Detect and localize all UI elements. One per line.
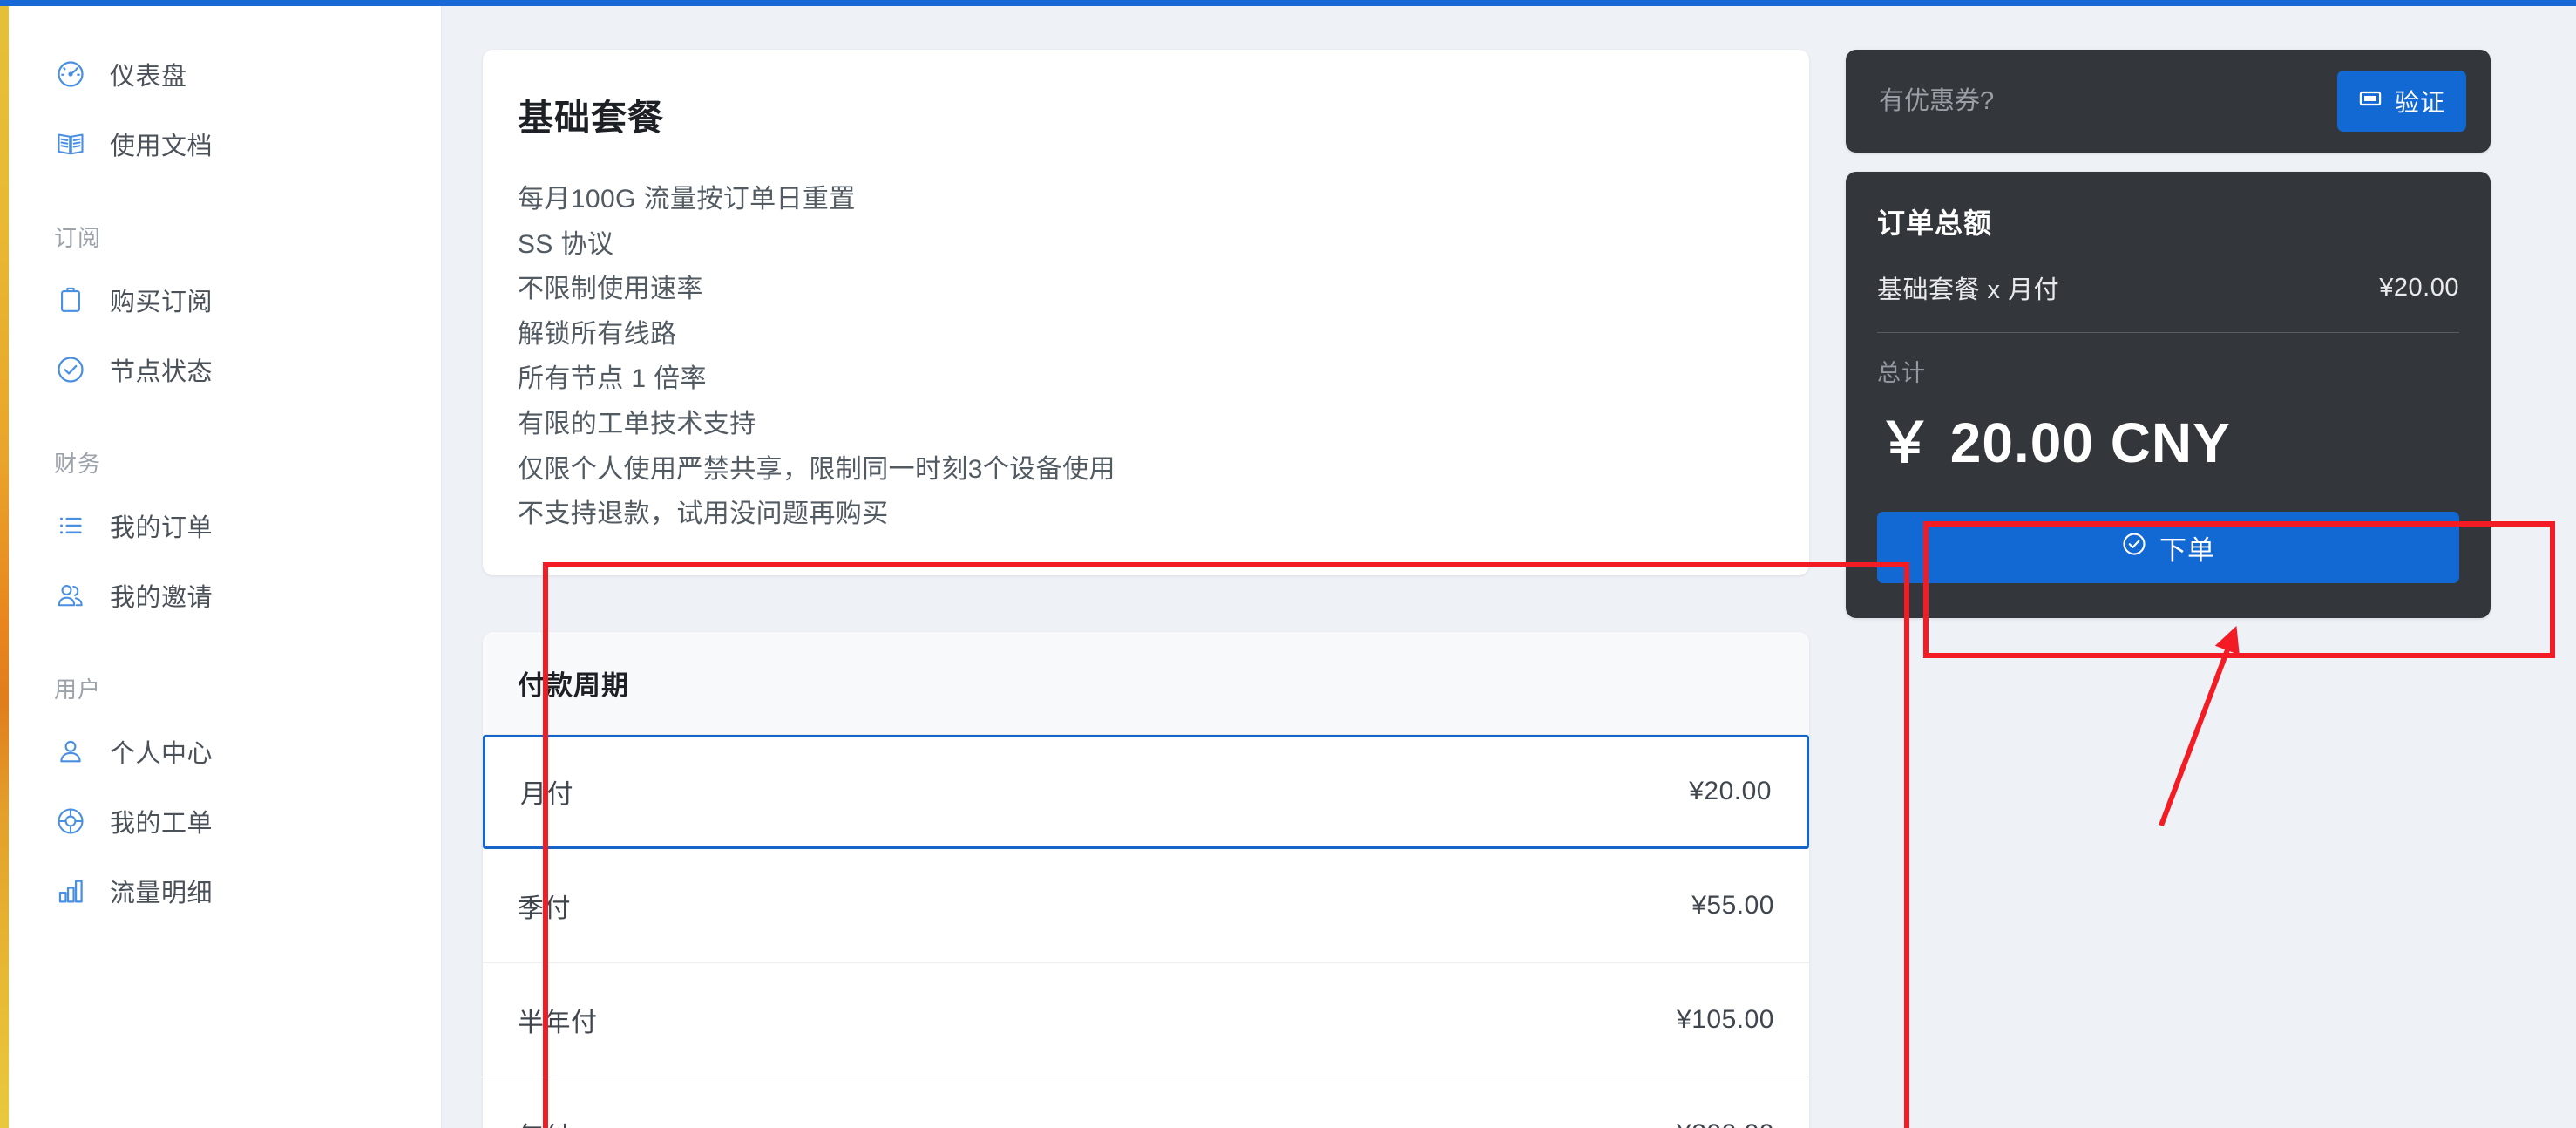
main-content: 基础套餐 每月100G 流量按订单日重置 SS 协议 不限制使用速率 解锁所有线…	[443, 6, 2576, 1128]
list-icon	[54, 509, 87, 542]
plan-feature-list: 每月100G 流量按订单日重置 SS 协议 不限制使用速率 解锁所有线路 所有节…	[518, 177, 1774, 537]
sidebar-item-label: 流量明细	[110, 880, 214, 907]
verify-coupon-button[interactable]: 验证	[2336, 71, 2466, 132]
right-column: 验证 订单总额 基础套餐 x 月付 ¥20.00 总计 ￥ 20.00 CNY	[1846, 50, 2491, 1128]
sidebar-item-dashboard[interactable]: 仪表盘	[9, 39, 441, 109]
plan-feature-item: 所有节点 1 倍率	[518, 364, 707, 394]
option-price: ¥105.00	[1677, 1004, 1774, 1034]
plan-detail-card: 基础套餐 每月100G 流量按订单日重置 SS 协议 不限制使用速率 解锁所有线…	[483, 50, 1809, 575]
sidebar-item-label: 购买订阅	[110, 289, 214, 316]
top-accent-bar	[0, 0, 2576, 6]
plan-feature-item: 仅限个人使用严禁共享，限制同一时刻3个设备使用	[518, 454, 1115, 484]
payment-cycle-option-yearly[interactable]: 年付 ¥200.00	[483, 1077, 1809, 1128]
book-icon	[54, 127, 87, 160]
payment-cycle-title: 付款周期	[518, 669, 629, 701]
sidebar-item-profile[interactable]: 个人中心	[9, 717, 441, 786]
order-summary-card: 订单总额 基础套餐 x 月付 ¥20.00 总计 ￥ 20.00 CNY 下单	[1846, 172, 2491, 618]
sidebar-group-title-user: 用户	[54, 676, 102, 703]
payment-cycle-card: 付款周期 月付 ¥20.00 季付 ¥55.00 半年付 ¥105.00 年付 …	[483, 631, 1809, 1128]
sidebar-item-traffic-detail[interactable]: 流量明细	[9, 856, 441, 926]
clipboard-icon	[54, 283, 87, 316]
sidebar-item-label: 个人中心	[110, 740, 214, 768]
plan-feature-item: 不限制使用速率	[518, 275, 703, 304]
sidebar-item-node-status[interactable]: 节点状态	[9, 335, 441, 404]
sidebar-item-my-tickets[interactable]: 我的工单	[9, 786, 441, 856]
option-label: 半年付	[518, 1008, 598, 1037]
lifebuoy-icon	[54, 805, 87, 838]
left-edge-gradient-strip	[0, 6, 9, 1128]
option-price: ¥20.00	[1689, 777, 1772, 806]
order-line-item-label: 基础套餐 x 月付	[1877, 276, 2060, 304]
sidebar-group-title-subscription: 订阅	[54, 225, 102, 251]
plan-feature-item: 有限的工单技术支持	[518, 409, 756, 438]
order-line-item-value: ¥20.00	[2379, 273, 2459, 302]
check-circle-icon	[2121, 531, 2147, 564]
plan-feature-item: 每月100G 流量按订单日重置	[518, 185, 856, 214]
ticket-icon	[2358, 86, 2383, 117]
sidebar-item-label: 节点状态	[110, 358, 214, 386]
option-price: ¥55.00	[1691, 890, 1774, 920]
payment-cycle-option-quarterly[interactable]: 季付 ¥55.00	[483, 848, 1809, 963]
verify-coupon-label: 验证	[2394, 89, 2445, 116]
sidebar-item-label: 我的邀请	[110, 584, 214, 612]
sidebar-item-my-invites[interactable]: 我的邀请	[9, 561, 441, 630]
sidebar: 仪表盘 使用文档 订阅 购买订阅 节点状态 财务 我的订单 我的邀请 用户 个人…	[9, 6, 442, 1128]
order-subtotal-label: 总计	[1877, 360, 1926, 386]
sidebar-item-label: 仪表盘	[110, 63, 187, 91]
option-label: 月付	[520, 780, 573, 810]
order-line-item: 基础套餐 x 月付 ¥20.00	[1877, 269, 2459, 306]
submit-order-label: 下单	[2159, 534, 2215, 566]
payment-cycle-option-monthly[interactable]: 月付 ¥20.00	[483, 734, 1809, 849]
sidebar-item-label: 我的订单	[110, 514, 214, 542]
user-icon	[54, 735, 87, 768]
left-column: 基础套餐 每月100G 流量按订单日重置 SS 协议 不限制使用速率 解锁所有线…	[483, 50, 1809, 1128]
coupon-input[interactable]	[1870, 86, 2337, 116]
option-label: 季付	[518, 894, 571, 923]
users-icon	[54, 579, 87, 612]
plan-title: 基础套餐	[518, 98, 664, 138]
divider	[1877, 332, 2459, 333]
sidebar-item-docs[interactable]: 使用文档	[9, 109, 441, 179]
option-label: 年付	[518, 1115, 571, 1128]
sidebar-item-label: 使用文档	[110, 133, 214, 160]
app-root: 仪表盘 使用文档 订阅 购买订阅 节点状态 财务 我的订单 我的邀请 用户 个人…	[0, 0, 2576, 1128]
submit-order-button[interactable]: 下单	[1877, 512, 2459, 583]
plan-feature-item: SS 协议	[518, 229, 614, 259]
bar-chart-icon	[54, 874, 87, 907]
sidebar-item-my-orders[interactable]: 我的订单	[9, 491, 441, 561]
sidebar-item-buy-subscription[interactable]: 购买订阅	[9, 265, 441, 335]
sidebar-group-title-finance: 财务	[54, 451, 102, 477]
order-summary-title: 订单总额	[1877, 207, 1993, 239]
dashboard-gauge-icon	[54, 58, 87, 91]
check-circle-icon	[54, 353, 87, 386]
order-total-amount: ￥ 20.00 CNY	[1877, 411, 2231, 474]
payment-cycle-header: 付款周期	[483, 631, 1809, 735]
sidebar-item-label: 我的工单	[110, 810, 214, 838]
payment-cycle-option-halfyearly[interactable]: 半年付 ¥105.00	[483, 962, 1809, 1077]
option-price: ¥200.00	[1677, 1119, 1774, 1128]
plan-feature-item: 不支持退款，试用没问题再购买	[518, 499, 889, 529]
plan-feature-item: 解锁所有线路	[518, 319, 677, 349]
coupon-card: 验证	[1846, 50, 2491, 153]
